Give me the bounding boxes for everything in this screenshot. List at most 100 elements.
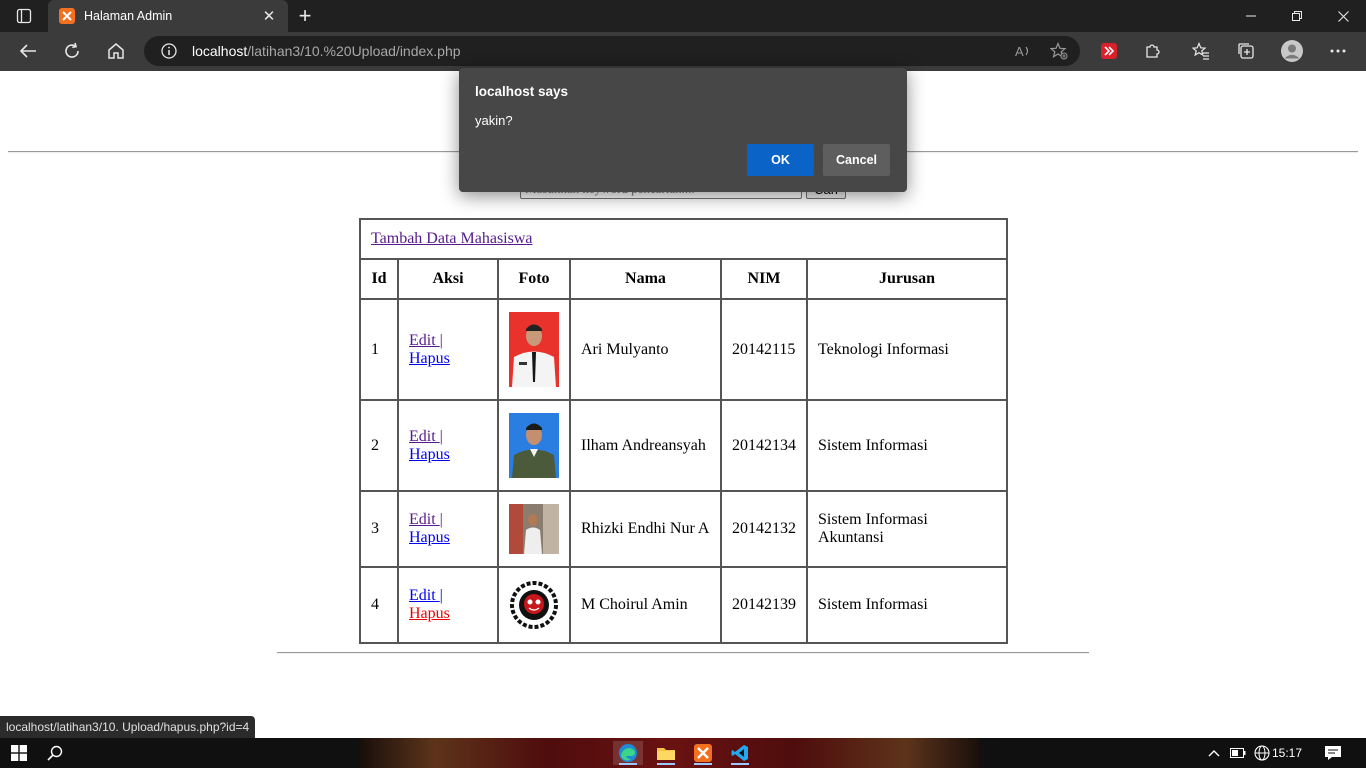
column-header-nim: NIM (721, 259, 807, 299)
row-photo-cell (498, 491, 570, 567)
row-jurusan: Sistem Informasi Akuntansi (807, 491, 1007, 567)
row-photo-cell (498, 299, 570, 400)
action-separator: | (439, 427, 443, 445)
table-header-row: Id Aksi Foto Nama NIM Jurusan (360, 259, 1007, 299)
action-separator: | (439, 331, 443, 349)
row-jurusan: Teknologi Informasi (807, 299, 1007, 400)
running-app-indicator (694, 763, 712, 765)
battery-icon[interactable] (1228, 743, 1248, 763)
home-icon[interactable] (100, 36, 132, 66)
notification-center-icon[interactable] (1323, 743, 1343, 763)
site-info-icon[interactable] (158, 40, 180, 62)
back-arrow-icon[interactable] (12, 36, 44, 66)
column-header-foto: Foto (498, 259, 570, 299)
row-photo-cell (498, 400, 570, 491)
dialog-message: yakin? (475, 113, 513, 128)
minimize-icon[interactable] (1228, 0, 1274, 32)
table-row: 4 Edit | Hapus M Choirul Amin 20142139 S… (360, 567, 1007, 643)
address-bar[interactable]: localhost/latihan3/10.%20Upload/index.ph… (144, 36, 1080, 66)
tab-actions-icon[interactable] (10, 6, 38, 26)
student-table: Tambah Data Mahasiswa Id Aksi Foto Nama … (359, 218, 1008, 644)
dialog-title: localhost says (475, 84, 569, 99)
tab-title: Halaman Admin (84, 9, 173, 23)
edit-link[interactable]: Edit (409, 511, 440, 528)
student-photo (509, 580, 559, 630)
windows-start-icon[interactable] (4, 741, 34, 765)
row-actions: Edit | Hapus (398, 299, 498, 400)
extensions-puzzle-icon[interactable] (1137, 36, 1169, 66)
edge-browser-icon[interactable] (613, 741, 643, 765)
confirm-dialog: localhost says yakin? OK Cancel (459, 68, 907, 192)
xampp-favicon-icon (59, 8, 75, 24)
add-cell: Tambah Data Mahasiswa (360, 219, 1007, 259)
delete-link[interactable]: Hapus (409, 446, 450, 463)
row-jurusan: Sistem Informasi (807, 567, 1007, 643)
running-app-indicator (657, 763, 675, 765)
student-photo (509, 413, 559, 478)
refresh-icon[interactable] (56, 36, 88, 66)
row-id: 4 (360, 567, 398, 643)
row-nim: 20142134 (721, 400, 807, 491)
extension-red-icon[interactable] (1093, 36, 1125, 66)
tray-chevron-up-icon[interactable] (1204, 743, 1224, 763)
restore-icon[interactable] (1274, 0, 1320, 32)
browser-tab-bar: Halaman Admin ✕ + (0, 0, 1366, 32)
collections-icon[interactable] (1230, 36, 1262, 66)
column-header-nama: Nama (570, 259, 721, 299)
ok-button[interactable]: OK (747, 144, 814, 176)
favorites-icon[interactable] (1185, 36, 1217, 66)
add-favorite-icon[interactable] (1046, 40, 1072, 62)
xampp-icon[interactable] (688, 741, 718, 765)
column-header-id: Id (360, 259, 398, 299)
tray-spacer (1252, 739, 1253, 759)
row-photo-cell (498, 567, 570, 643)
edit-link[interactable]: Edit (409, 428, 440, 445)
row-nim: 20142115 (721, 299, 807, 400)
row-nama: M Choirul Amin (570, 567, 721, 643)
table-row: 3 Edit | Hapus Rhizki Endhi Nur A 201421… (360, 491, 1007, 567)
volume-spacer (1254, 743, 1274, 763)
delete-link[interactable]: Hapus (409, 529, 450, 546)
read-aloud-icon[interactable]: A (1010, 40, 1036, 62)
url-host: localhost (192, 43, 248, 59)
search-icon[interactable] (40, 741, 70, 765)
row-id: 3 (360, 491, 398, 567)
student-photo (509, 504, 559, 554)
bottom-divider (277, 652, 1089, 654)
column-header-jurusan: Jurusan (807, 259, 1007, 299)
row-jurusan: Sistem Informasi (807, 400, 1007, 491)
vscode-icon[interactable] (725, 741, 755, 765)
delete-link[interactable]: Hapus (409, 350, 450, 367)
url-path: /latihan3/10.%20Upload/index.php (247, 43, 461, 59)
url-text[interactable]: localhost/latihan3/10.%20Upload/index.ph… (192, 43, 461, 59)
tab-close-icon[interactable]: ✕ (258, 5, 280, 27)
windows-taskbar: 15:17 (0, 738, 1366, 768)
running-app-indicator (731, 763, 749, 765)
row-actions: Edit | Hapus (398, 567, 498, 643)
delete-link[interactable]: Hapus (409, 605, 450, 622)
profile-avatar-icon[interactable] (1276, 36, 1308, 66)
link-status-bar: localhost/latihan3/10. Upload/hapus.php?… (0, 716, 256, 738)
taskbar-clock[interactable]: 15:17 (1272, 738, 1302, 768)
edit-link[interactable]: Edit (409, 332, 440, 349)
row-nim: 20142132 (721, 491, 807, 567)
more-menu-icon[interactable] (1322, 36, 1354, 66)
row-nama: Ilham Andreansyah (570, 400, 721, 491)
row-actions: Edit | Hapus (398, 400, 498, 491)
browser-tab-active[interactable]: Halaman Admin ✕ (48, 0, 288, 32)
cancel-button[interactable]: Cancel (823, 144, 890, 176)
row-nama: Rhizki Endhi Nur A (570, 491, 721, 567)
file-explorer-icon[interactable] (651, 741, 681, 765)
action-separator: | (439, 587, 443, 604)
new-tab-button[interactable]: + (292, 3, 318, 28)
browser-toolbar: localhost/latihan3/10.%20Upload/index.ph… (0, 32, 1366, 71)
active-app-indicator (619, 763, 637, 765)
add-student-link[interactable]: Tambah Data Mahasiswa (371, 230, 533, 247)
row-nim: 20142139 (721, 567, 807, 643)
student-photo (509, 312, 559, 387)
row-id: 2 (360, 400, 398, 491)
table-row: 2 Edit | Hapus Ilham Andreansyah 2014213… (360, 400, 1007, 491)
edit-link[interactable]: Edit (409, 587, 440, 604)
window-close-icon[interactable] (1320, 0, 1366, 32)
row-actions: Edit | Hapus (398, 491, 498, 567)
